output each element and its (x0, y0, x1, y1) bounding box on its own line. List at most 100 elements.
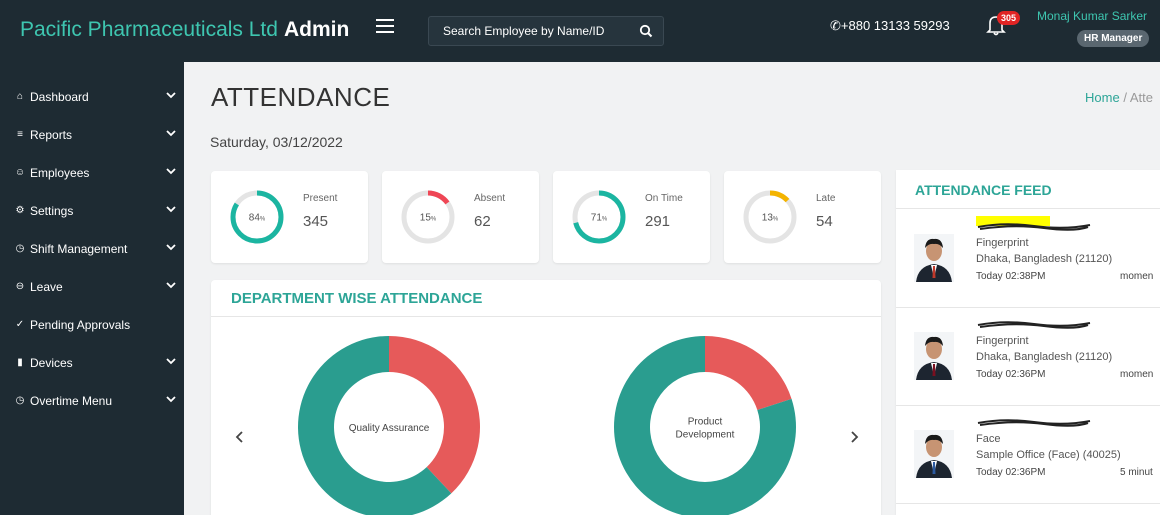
stat-value: 54 (816, 213, 833, 230)
sidebar-item-pending-approvals[interactable]: ✓ Pending Approvals (0, 306, 184, 344)
feed-location: Dhaka, Bangladesh (21120) (976, 351, 1113, 363)
clock-icon: ◷ (15, 243, 25, 254)
user-role-badge: HR Manager (1077, 30, 1150, 47)
stat-card-late: 13% Late 54 (724, 171, 881, 263)
stat-card-on-time: 71% On Time 291 (553, 171, 710, 263)
redacted-name-scribble (977, 419, 1091, 427)
breadcrumb: Home / Atte (1085, 90, 1153, 105)
sidebar-item-devices[interactable]: ▮ Devices (0, 344, 184, 382)
sidebar-item-label: Reports (30, 128, 73, 142)
feed-method: Fingerprint (976, 335, 1029, 347)
sidebar-item-shift-management[interactable]: ◷ Shift Management (0, 230, 184, 268)
employee-avatar (914, 234, 954, 282)
sidebar-item-label: Dashboard (30, 90, 89, 104)
feed-location: Dhaka, Bangladesh (21120) (976, 253, 1113, 265)
percent-label: 71% (591, 213, 608, 224)
feed-relative-time: momen (1120, 369, 1154, 380)
stat-label: Late (816, 193, 836, 204)
feed-time: Today 02:36PM (976, 369, 1046, 380)
feed-time: Today 02:36PM (976, 467, 1046, 478)
donut-center-label: Product (688, 417, 723, 428)
sidebar-item-label: Pending Approvals (30, 318, 131, 332)
employee-avatar (914, 430, 954, 478)
check-circle-icon: ✓ (15, 319, 25, 330)
user-name[interactable]: Monaj Kumar Sarker (1037, 9, 1147, 23)
sidebar-item-overtime-menu[interactable]: ◷ Overtime Menu (0, 382, 184, 420)
breadcrumb-home[interactable]: Home (1085, 90, 1120, 105)
divider (211, 316, 881, 317)
donut-chart-quality-assurance: Quality Assurance (298, 336, 480, 515)
donut-center-label: Quality Assurance (349, 423, 430, 434)
sidebar-item-employees[interactable]: ☺ Employees (0, 154, 184, 192)
divider (896, 208, 1160, 209)
chevron-right-icon[interactable] (847, 430, 861, 444)
menu-toggle-icon[interactable] (376, 19, 394, 33)
chevron-down-icon (166, 358, 176, 365)
brand-logo[interactable]: Pacific Pharmaceuticals Ltd Admin (20, 18, 349, 42)
page-title: ATTENDANCE (211, 82, 391, 112)
stat-card-absent: 15% Absent 62 (382, 171, 539, 263)
donut-slice-absent[interactable] (705, 336, 792, 411)
device-icon: ▮ (17, 357, 23, 368)
feed-item[interactable]: Fingerprint Dhaka, Bangladesh (21120) Toda… (896, 210, 1160, 308)
panel-title: DEPARTMENT WISE ATTENDANCE (231, 290, 483, 307)
phone-number: ✆+880 13133 59293 (830, 18, 950, 33)
percent-label: 13% (762, 213, 779, 224)
current-date: Saturday, 03/12/2022 (210, 134, 343, 150)
phone-icon: ✆ (830, 18, 841, 33)
brand-name: Pacific Pharmaceuticals Ltd (20, 18, 278, 41)
donut-slice-absent[interactable] (389, 336, 480, 494)
feed-method: Fingerprint (976, 237, 1029, 249)
sidebar: ⌂ Dashboard ≡ Reports ☺ Employees ⚙ Settings ◷ Sh… (0, 62, 184, 515)
chevron-down-icon (166, 206, 176, 213)
sidebar-item-settings[interactable]: ⚙ Settings (0, 192, 184, 230)
sidebar-item-leave[interactable]: ⊖ Leave (0, 268, 184, 306)
sidebar-item-label: Settings (30, 204, 74, 218)
home-icon: ⌂ (16, 91, 24, 102)
feed-item[interactable]: Face Sample Office (Face) (40025) Today 02… (896, 406, 1160, 504)
percent-label: 84% (249, 213, 266, 224)
users-icon: ☺ (14, 167, 26, 178)
chevron-down-icon (166, 92, 176, 99)
stat-label: Present (303, 193, 338, 204)
feed-item[interactable]: Fingerprint Dhaka, Bangladesh (21120) Toda… (896, 308, 1160, 406)
search-input[interactable] (429, 17, 629, 45)
stat-value: 291 (645, 213, 671, 230)
search-box (428, 16, 664, 46)
attendance-feed-panel: ATTENDANCE FEED Fingerprint Dhaka, Bangla… (896, 170, 1160, 515)
sidebar-item-label: Leave (30, 280, 63, 294)
redacted-name-scribble (977, 321, 1091, 329)
progress-ring: 84% (230, 190, 284, 244)
settings-icon: ⚙ (15, 205, 25, 216)
sidebar-item-reports[interactable]: ≡ Reports (0, 116, 184, 154)
chevron-left-icon[interactable] (233, 430, 247, 444)
breadcrumb-separator: / (1123, 90, 1127, 105)
chevron-down-icon (166, 396, 176, 403)
chevron-down-icon (166, 244, 176, 251)
chevron-down-icon (166, 282, 176, 289)
percent-label: 15% (420, 213, 437, 224)
stat-label: On Time (645, 193, 683, 204)
progress-ring: 13% (743, 190, 797, 244)
donut-center-label: Development (676, 430, 735, 441)
stat-value: 62 (474, 213, 491, 230)
sidebar-item-label: Employees (30, 166, 90, 180)
report-icon: ≡ (17, 129, 23, 140)
feed-relative-time: momen (1120, 271, 1154, 282)
stat-value: 345 (303, 213, 329, 230)
sidebar-item-label: Devices (30, 356, 73, 370)
chevron-down-icon (166, 168, 176, 175)
redacted-name-scribble (976, 216, 1091, 231)
feed-method: Face (976, 433, 1001, 445)
department-attendance-panel: DEPARTMENT WISE ATTENDANCE Quality Assur… (211, 280, 881, 515)
stat-card-present: 84% Present 345 (211, 171, 368, 263)
search-icon[interactable] (639, 24, 653, 38)
sidebar-item-label: Overtime Menu (30, 394, 113, 408)
employee-avatar (914, 332, 954, 380)
stat-label: Absent (474, 193, 506, 204)
feed-location: Sample Office (Face) (40025) (976, 449, 1121, 461)
chevron-down-icon (166, 130, 176, 137)
sidebar-item-dashboard[interactable]: ⌂ Dashboard (0, 78, 184, 116)
donut-chart-product-development: Product Development (614, 336, 796, 515)
sidebar-item-label: Shift Management (30, 242, 128, 256)
